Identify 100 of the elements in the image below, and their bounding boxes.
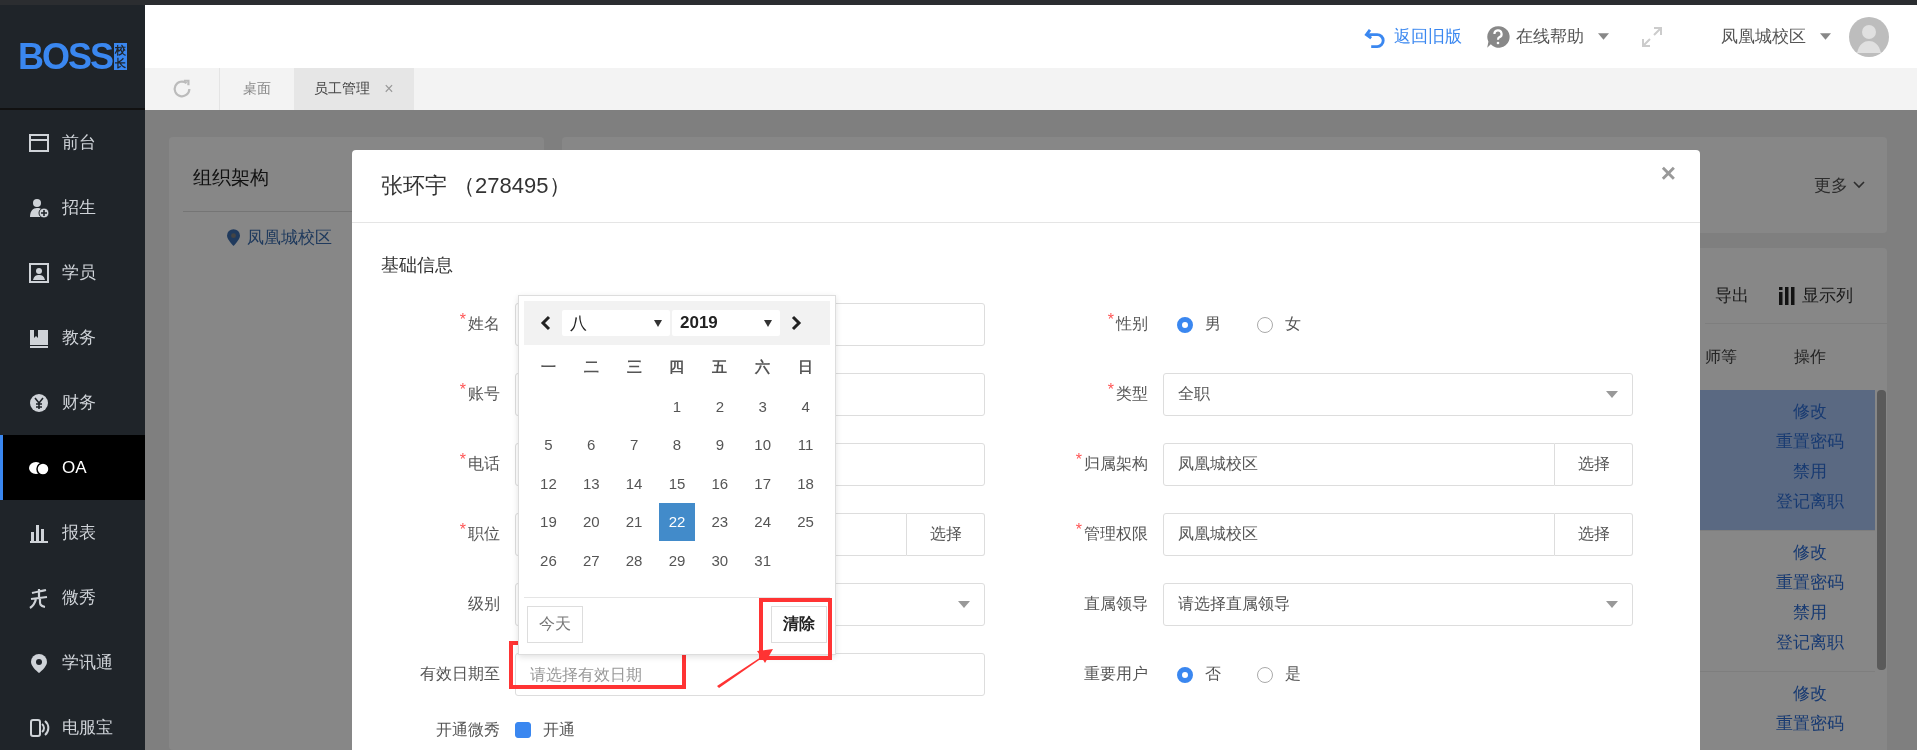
calendar-day[interactable]: 31 — [744, 541, 782, 580]
select-button[interactable]: 选择 — [907, 513, 985, 556]
calendar-day[interactable]: 7 — [615, 425, 653, 464]
calendar-day[interactable]: 17 — [744, 464, 782, 503]
calendar-day[interactable]: 27 — [572, 541, 610, 580]
nav-item[interactable]: 招生 — [0, 175, 145, 240]
caret-icon — [1598, 33, 1609, 40]
select-button[interactable]: 选择 — [1555, 513, 1633, 556]
nav-item[interactable]: 学员 — [0, 240, 145, 305]
scrollbar[interactable] — [1877, 390, 1886, 670]
required-mark: * — [459, 451, 466, 469]
calendar-day[interactable]: 5 — [530, 425, 567, 464]
column-header: 操作 — [1793, 346, 1827, 367]
nav-item[interactable]: 报表 — [0, 500, 145, 565]
checkbox[interactable] — [515, 722, 531, 738]
calendar-day[interactable]: 18 — [787, 464, 824, 503]
calendar-day[interactable]: 2 — [701, 387, 739, 426]
export-button[interactable]: 导出 — [1715, 284, 1749, 307]
dropdown[interactable]: 全职 — [1163, 373, 1633, 416]
previous-icon[interactable] — [540, 315, 552, 331]
id-card-icon — [28, 261, 50, 284]
field-label: 姓名 — [468, 314, 500, 334]
avatar-icon[interactable] — [1849, 16, 1889, 57]
brush-stroke-icon — [28, 586, 50, 609]
year-dropdown[interactable]: 2019 — [672, 310, 780, 336]
chevron-down-icon — [1853, 181, 1865, 189]
columns-icon — [1779, 286, 1795, 305]
text-field[interactable]: 请选择有效日期 — [515, 653, 985, 696]
calendar-day[interactable]: 8 — [658, 425, 696, 464]
radio-option[interactable]: 男 — [1177, 314, 1221, 335]
campus-menu[interactable]: 凤凰城校区 — [1721, 25, 1831, 48]
more-button[interactable]: 更多 — [1814, 173, 1865, 197]
nav-item[interactable]: OA — [0, 435, 145, 500]
calendar-day[interactable]: 14 — [615, 464, 653, 503]
calendar-day[interactable]: 10 — [744, 425, 782, 464]
today-button[interactable]: 今天 — [527, 605, 583, 643]
radio-option[interactable]: 是 — [1257, 664, 1301, 685]
field-label: 重要用户 — [1084, 664, 1148, 684]
field-label: 电话 — [468, 454, 500, 474]
calendar-day[interactable]: 28 — [615, 541, 653, 580]
fullscreen-icon[interactable] — [1641, 25, 1663, 48]
calendar-day[interactable]: 3 — [744, 387, 782, 426]
nav-item[interactable]: 电服宝 — [0, 695, 145, 750]
calendar-day[interactable]: 29 — [658, 541, 696, 580]
caret-icon — [958, 601, 970, 608]
required-mark: * — [1075, 521, 1082, 539]
logo-badge: 校长 — [114, 43, 127, 70]
nav-item[interactable]: 前台 — [0, 110, 145, 175]
required-mark: * — [1107, 311, 1114, 329]
checkbox-option[interactable]: 开通 — [515, 719, 575, 741]
weekday-label: 日 — [797, 356, 815, 377]
weekday-label: 五 — [711, 356, 729, 377]
calendar-day[interactable]: 16 — [701, 464, 739, 503]
radio-option[interactable]: 否 — [1177, 664, 1221, 685]
calendar-day[interactable]: 24 — [744, 502, 782, 541]
calendar-day[interactable]: 1 — [658, 387, 696, 426]
calendar-day[interactable]: 4 — [787, 387, 824, 426]
nav-item[interactable]: 微秀 — [0, 565, 145, 630]
back-link[interactable]: 返回旧版 — [1364, 24, 1462, 49]
calendar-day[interactable]: 20 — [572, 502, 610, 541]
calendar-day[interactable]: 11 — [787, 425, 824, 464]
radio-icon[interactable] — [1177, 316, 1193, 333]
calendar-day[interactable]: 25 — [787, 502, 824, 541]
calendar-day[interactable]: 26 — [530, 541, 567, 580]
select-button[interactable]: 选择 — [1555, 443, 1633, 486]
columns-button[interactable]: 显示列 — [1779, 284, 1853, 307]
radio-icon[interactable] — [1257, 316, 1273, 333]
clear-button[interactable]: 清除 — [771, 605, 827, 643]
pointer-arrow — [715, 647, 775, 689]
tab[interactable]: 员工管理 × — [294, 68, 414, 110]
field-label: 开通微秀 — [436, 719, 500, 740]
refresh-icon[interactable] — [171, 78, 193, 100]
radio-option[interactable]: 女 — [1257, 314, 1301, 335]
month-dropdown[interactable]: 八 — [562, 310, 670, 336]
help-menu[interactable]: 在线帮助 — [1486, 24, 1609, 49]
caret-icon — [1606, 601, 1618, 608]
nav-item[interactable]: 教务 — [0, 305, 145, 370]
weekday-label: 二 — [582, 356, 600, 377]
calendar-day[interactable]: 15 — [658, 464, 696, 503]
calendar-day[interactable]: 30 — [701, 541, 739, 580]
radio-icon[interactable] — [1257, 666, 1273, 683]
calendar-day[interactable]: 22 — [658, 502, 696, 541]
nav-item[interactable]: 财务 — [0, 370, 145, 435]
text-field[interactable]: 凤凰城校区 — [1163, 513, 1555, 556]
weekday-label: 六 — [754, 356, 772, 377]
calendar-day[interactable]: 6 — [572, 425, 610, 464]
calendar-day[interactable]: 19 — [530, 502, 567, 541]
logo-text: BOSS — [18, 35, 112, 78]
required-mark: * — [459, 311, 466, 329]
next-icon[interactable] — [790, 315, 802, 331]
nav-item[interactable]: 学讯通 — [0, 630, 145, 695]
text-field[interactable]: 凤凰城校区 — [1163, 443, 1555, 486]
calendar-day[interactable]: 9 — [701, 425, 739, 464]
weekday-label: 三 — [625, 356, 643, 377]
radio-icon[interactable] — [1177, 666, 1193, 683]
calendar-day[interactable]: 13 — [572, 464, 610, 503]
calendar-day[interactable]: 23 — [701, 502, 739, 541]
calendar-day[interactable]: 12 — [530, 464, 567, 503]
calendar-day[interactable]: 21 — [615, 502, 653, 541]
dropdown[interactable]: 请选择直属领导 — [1163, 583, 1633, 626]
